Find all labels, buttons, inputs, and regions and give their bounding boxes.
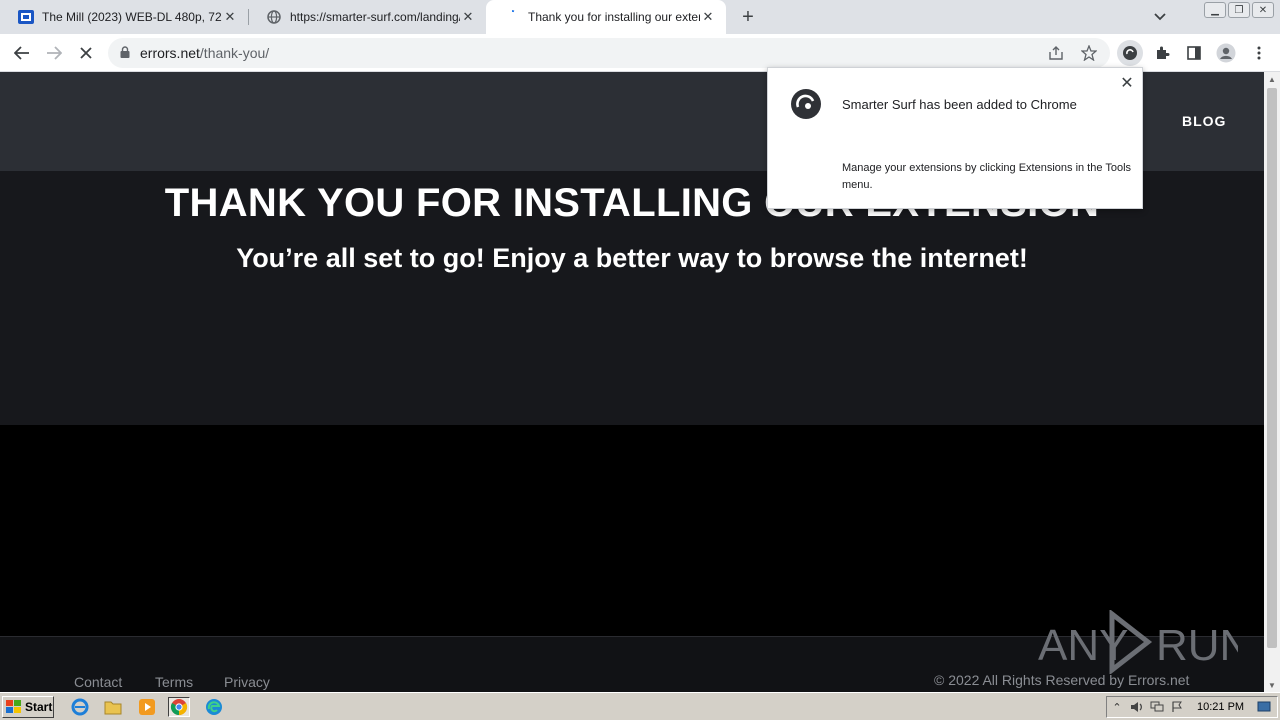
extensions-puzzle-icon[interactable] [1149,40,1175,66]
back-arrow-icon[interactable] [9,40,35,66]
loading-spinner-icon [504,9,520,25]
action-center-flag-icon[interactable] [1167,698,1187,716]
extension-added-popup: Smarter Surf has been added to Chrome Ma… [767,67,1143,209]
file-explorer-folder-icon[interactable] [102,697,124,717]
scroll-down-arrow-icon[interactable]: ▼ [1264,678,1280,692]
start-label: Start [25,700,53,714]
watermark-text-left: ANY [1038,621,1128,670]
taskbar-clock: 10:21 PM [1197,701,1245,713]
chrome-taskbar-icon[interactable] [168,697,190,717]
scrollbar-thumb[interactable] [1267,88,1277,648]
popup-title: Smarter Surf has been added to Chrome [842,97,1077,112]
tab-title: Thank you for installing our extension [528,10,700,24]
tab-title: The Mill (2023) WEB-DL 480p, 720p & 1080… [42,10,222,24]
footer-link-contact[interactable]: Contact [74,674,122,690]
nav-blog-link[interactable]: BLOG [1182,113,1226,129]
kebab-menu-icon[interactable] [1246,40,1272,66]
page-scrollbar[interactable]: ▲ ▼ [1264,72,1280,692]
internet-explorer-icon[interactable] [69,697,91,717]
close-tab-icon[interactable]: ✕ [460,9,476,25]
side-panel-icon[interactable] [1181,40,1207,66]
minimize-button[interactable]: ▁ [1204,2,1226,18]
share-icon[interactable] [1043,40,1069,66]
profile-avatar-icon[interactable] [1213,40,1239,66]
scroll-up-arrow-icon[interactable]: ▲ [1264,72,1280,86]
volume-icon[interactable] [1127,698,1147,716]
video-site-favicon-icon [18,9,34,25]
copyright-text: © 2022 All Rights Reserved by Errors.net [934,672,1190,688]
popup-message: Manage your extensions by clicking Exten… [842,162,1132,191]
anyrun-watermark-logo: ANY RUN [1038,610,1238,674]
page-subtitle: You’re all set to go! Enjoy a better way… [236,243,1028,273]
show-hidden-icons-arrow-icon[interactable]: ⌃ [1107,698,1127,716]
lock-icon[interactable] [120,45,130,61]
close-popup-icon[interactable]: ✕ [1118,74,1136,92]
tab-thank-you[interactable]: Thank you for installing our extension ✕ [486,0,726,34]
windows-taskbar: Start ⌃ 10:21 PM [0,692,1280,720]
bookmark-star-icon[interactable] [1076,40,1102,66]
tab-strip: The Mill (2023) WEB-DL 480p, 720p & 1080… [0,0,1280,34]
url-host: errors.net [140,45,200,61]
stop-loading-icon[interactable] [73,40,99,66]
forward-arrow-icon[interactable] [41,40,67,66]
new-tab-button[interactable]: + [736,5,760,29]
restore-button[interactable]: ❐ [1228,2,1250,18]
network-icon[interactable] [1147,698,1167,716]
tab-the-mill[interactable]: The Mill (2023) WEB-DL 480p, 720p & 1080… [0,0,249,34]
close-tab-icon[interactable]: ✕ [700,9,716,25]
window-controls: ▁ ❐ ✕ [1204,2,1274,18]
start-button[interactable]: Start [2,696,54,718]
watermark-text-right: RUN [1156,621,1238,670]
media-player-icon[interactable] [136,697,158,717]
close-tab-icon[interactable]: ✕ [222,9,238,25]
tab-title: https://smarter-surf.com/landing/?a [290,10,460,24]
edge-icon[interactable] [203,697,225,717]
smarter-surf-logo-icon [791,89,821,119]
url-path: /thank-you/ [199,45,270,61]
hero-section: THANK YOU FOR INSTALLING OUR EXTENSION Y… [0,171,1264,425]
footer-link-privacy[interactable]: Privacy [224,674,270,690]
tab-smarter-surf-landing[interactable]: https://smarter-surf.com/landing/?a ✕ [248,0,486,34]
windows-flag-icon [6,700,21,713]
close-window-button[interactable]: ✕ [1252,2,1274,18]
tab-search-chevron-icon[interactable] [1150,7,1170,27]
address-bar[interactable]: errors.net/thank-you/ [108,38,1110,68]
show-desktop-icon[interactable] [1254,698,1274,716]
smarter-surf-extension-icon[interactable] [1117,40,1143,66]
globe-icon [266,9,282,25]
system-tray: ⌃ 10:21 PM [1106,696,1278,718]
footer-link-terms[interactable]: Terms [155,674,193,690]
